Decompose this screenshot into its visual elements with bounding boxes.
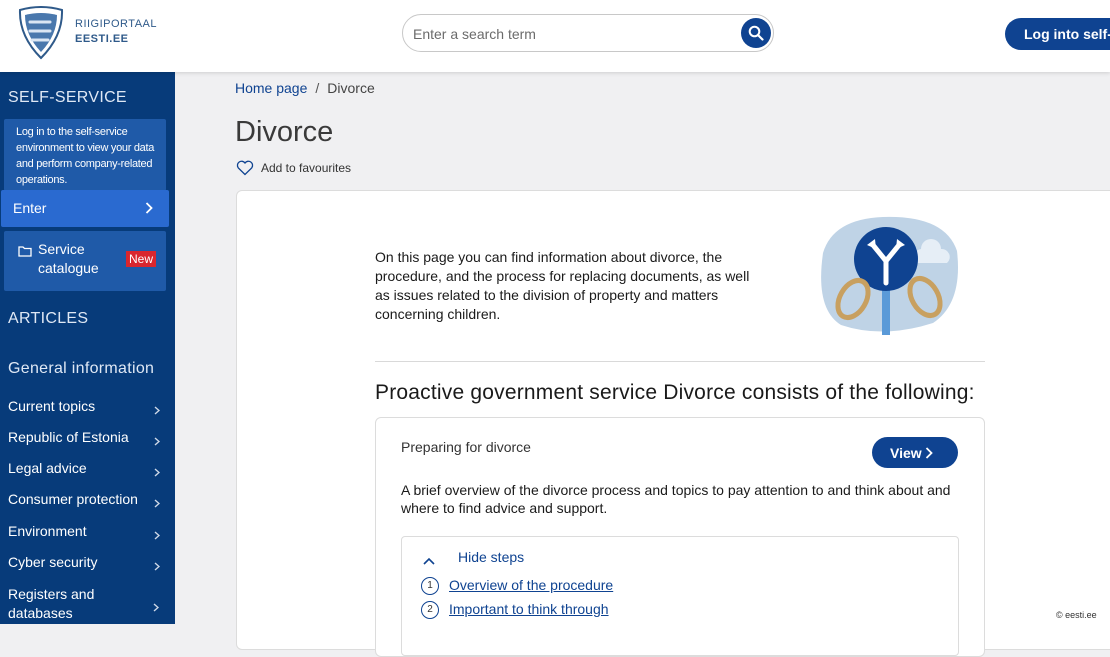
chevron-right-icon <box>154 527 161 543</box>
sidebar-item-legal-advice[interactable]: Legal advice <box>8 460 168 477</box>
content-card: On this page you can find information ab… <box>236 190 1110 657</box>
add-to-favourites-button[interactable]: Add to favourites <box>236 160 351 176</box>
chevron-right-icon <box>154 558 161 574</box>
general-information-heading: General information <box>8 360 155 377</box>
service-card-preparing-for-divorce: Preparing for divorce View A brief overv… <box>375 417 985 657</box>
sidebar: SELF-SERVICE Log in to the self-service … <box>0 72 175 624</box>
step-link[interactable]: Important to think through <box>449 601 609 617</box>
step-number: 2 <box>421 601 439 619</box>
chevron-right-icon <box>154 402 161 418</box>
service-title: Preparing for divorce <box>401 439 531 455</box>
service-catalogue-link[interactable]: Service catalogue New <box>4 231 166 291</box>
search-input[interactable] <box>411 21 735 47</box>
login-button[interactable]: Log into self-se <box>1005 18 1110 50</box>
chevron-right-icon <box>153 599 160 617</box>
search-box <box>402 14 774 52</box>
page-title: Divorce <box>235 116 334 148</box>
breadcrumb: Home page / Divorce <box>235 80 375 96</box>
steps-panel: Hide steps 1 Overview of the procedure 2… <box>401 536 959 656</box>
main-content: Home page / Divorce Divorce Add to favouri… <box>175 72 1110 657</box>
chevron-right-icon <box>154 495 161 511</box>
login-prompt-box: Log in to the self-service environment t… <box>4 119 166 191</box>
heart-icon <box>236 160 254 176</box>
new-badge: New <box>126 251 157 267</box>
chevron-right-icon <box>154 464 161 480</box>
search-button[interactable] <box>741 18 771 48</box>
sidebar-item-cyber-security[interactable]: Cyber security <box>8 554 168 571</box>
service-description: A brief overview of the divorce process … <box>401 482 951 516</box>
site-logo-text[interactable]: RIIGIPORTAAL EESTI.EE <box>75 17 157 47</box>
chevron-right-icon <box>154 433 161 449</box>
step-number: 1 <box>421 577 439 595</box>
service-catalogue-label: Service catalogue <box>38 241 99 276</box>
divider <box>375 361 985 362</box>
sidebar-item-registers-and-databases[interactable]: Registers and databases <box>8 585 128 623</box>
sidebar-item-current-topics[interactable]: Current topics <box>8 398 168 415</box>
self-service-heading: SELF-SERVICE <box>8 89 127 106</box>
copyright: © eesti.ee <box>1056 610 1097 620</box>
sidebar-item-republic-of-estonia[interactable]: Republic of Estonia <box>8 429 168 446</box>
divorce-illustration-icon <box>813 213 961 340</box>
intro-text: On this page you can find information ab… <box>375 249 750 322</box>
chevron-up-icon <box>423 552 435 568</box>
search-icon <box>748 25 764 41</box>
view-button[interactable]: View <box>872 437 958 468</box>
breadcrumb-home-link[interactable]: Home page <box>235 80 307 96</box>
site-header: RIIGIPORTAAL EESTI.EE Log into self-se <box>0 0 1110 72</box>
step-link[interactable]: Overview of the procedure <box>449 577 613 593</box>
section-title: Proactive government service Divorce con… <box>375 381 975 404</box>
enter-button[interactable]: Enter <box>1 190 169 227</box>
chevron-right-icon <box>145 201 153 219</box>
sidebar-item-consumer-protection[interactable]: Consumer protection <box>8 491 168 508</box>
enter-label: Enter <box>13 200 47 216</box>
articles-heading: ARTICLES <box>8 310 89 327</box>
sidebar-item-environment[interactable]: Environment <box>8 523 168 540</box>
coat-of-arms-logo-icon[interactable] <box>16 6 66 60</box>
login-prompt-text: Log in to the self-service environment t… <box>16 126 155 186</box>
chevron-right-icon <box>925 446 933 462</box>
breadcrumb-current: Divorce <box>327 80 375 96</box>
folder-icon <box>18 244 32 262</box>
